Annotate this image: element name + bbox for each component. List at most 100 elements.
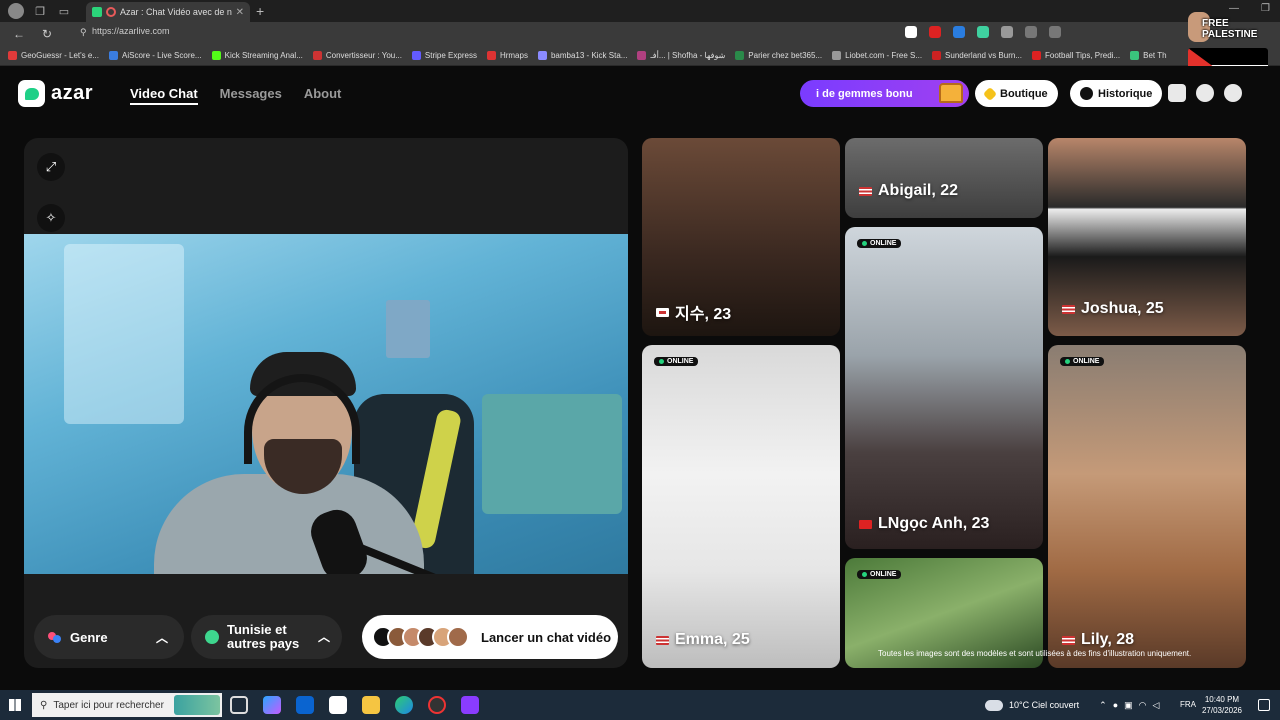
shop-button[interactable]: Boutique xyxy=(975,80,1058,107)
gems-bonus-button[interactable]: i de gemmes bonu xyxy=(800,80,969,107)
azar-site: azar Video Chat Messages About i de gemm… xyxy=(0,66,1280,690)
active-browser-icon[interactable] xyxy=(461,696,479,714)
bookmark-favicon-icon xyxy=(932,51,942,60)
effects-wand-icon[interactable]: ✧ xyxy=(37,204,65,232)
flag-us-icon xyxy=(859,186,872,196)
nav-about[interactable]: About xyxy=(304,86,342,105)
bookmark-item[interactable]: Liobet.com - Free S... xyxy=(832,51,922,60)
bookmark-item[interactable]: Bet Th xyxy=(1130,51,1167,60)
extension-3-icon[interactable] xyxy=(953,26,965,38)
treasure-chest-icon xyxy=(939,83,963,103)
profile-name: LNgọc Anh, 23 xyxy=(878,515,990,532)
bookmark-item[interactable]: Stripe Express xyxy=(411,51,477,60)
extension-1-icon[interactable] xyxy=(905,26,917,38)
profile-card[interactable]: Joshua, 25 xyxy=(1048,138,1246,336)
gender-filter[interactable]: Genre ︿ xyxy=(34,615,184,659)
bookmark-label: Convertisseur : You... xyxy=(325,51,402,60)
bookmark-favicon-icon xyxy=(486,51,496,60)
url-field[interactable]: https://azarlive.com xyxy=(92,26,170,36)
recording-icon xyxy=(106,7,116,17)
volume-icon[interactable]: ◁ xyxy=(1153,700,1160,711)
extension-icons xyxy=(905,26,1061,38)
profile-card[interactable]: ONLINE Emma, 25 xyxy=(642,345,840,668)
bookmark-favicon-icon xyxy=(637,51,647,60)
flag-us-icon xyxy=(656,635,669,645)
bookmark-item[interactable]: Convertisseur : You... xyxy=(312,51,402,60)
bookmark-label: bamba13 - Kick Sta... xyxy=(550,51,628,60)
close-tab-icon[interactable]: ✕ xyxy=(236,7,244,18)
chevron-up-icon[interactable]: ⌃ xyxy=(1099,700,1107,711)
site-info-icon[interactable]: ⚲ xyxy=(80,27,87,38)
palestine-text: FREE PALESTINE xyxy=(1202,18,1258,40)
download-icon[interactable] xyxy=(1049,26,1061,38)
system-tray: 10°C Ciel couvert ⌃ ● ▣ ◠ ◁ xyxy=(985,690,1159,720)
extension-2-icon[interactable] xyxy=(929,26,941,38)
file-explorer-icon[interactable] xyxy=(362,696,380,714)
back-icon[interactable]: ← xyxy=(10,27,28,41)
bookmark-item[interactable]: Parier chez bet365... xyxy=(735,51,822,60)
profile-icon[interactable] xyxy=(8,3,24,19)
browser-app-icon[interactable] xyxy=(428,696,446,714)
edge-icon[interactable] xyxy=(395,696,413,714)
profile-card[interactable]: ONLINE LNgọc Anh, 23 xyxy=(845,227,1043,549)
tab-azar[interactable]: Azar : Chat Vidéo avec de n ✕ xyxy=(86,2,250,22)
bookmark-favicon-icon xyxy=(411,51,421,60)
azar-logo[interactable]: azar xyxy=(18,80,93,107)
store-icon[interactable] xyxy=(329,696,347,714)
bookmark-item[interactable]: Sunderland vs Burn... xyxy=(932,51,1022,60)
bookmark-label: Kick Streaming Anal... xyxy=(224,51,303,60)
launch-video-chat-button[interactable]: Lancer un chat vidéo xyxy=(362,615,618,659)
bookmark-item[interactable]: bamba13 - Kick Sta... xyxy=(537,51,628,60)
clock[interactable]: 10:40 PM 27/03/2026 xyxy=(1202,694,1242,716)
fullscreen-icon[interactable]: ⤢ xyxy=(37,153,65,181)
taskbar-search[interactable]: ⚲ Taper ici pour rechercher xyxy=(32,693,222,717)
task-view-icon[interactable] xyxy=(230,696,248,714)
flag-kr-icon xyxy=(656,307,669,317)
nav-messages[interactable]: Messages xyxy=(220,86,282,105)
inbox-icon[interactable] xyxy=(1168,84,1186,102)
online-badge: ONLINE xyxy=(857,239,902,248)
bookmark-item[interactable]: Kick Streaming Anal... xyxy=(211,51,303,60)
reload-icon[interactable]: ↻ xyxy=(38,27,56,41)
workspaces-icon[interactable]: ❐ xyxy=(32,3,48,19)
start-icon[interactable] xyxy=(0,690,30,720)
account-icon[interactable] xyxy=(1224,84,1242,102)
taskbar-search-placeholder: Taper ici pour rechercher xyxy=(53,699,164,711)
new-tab-icon[interactable]: + xyxy=(256,3,264,19)
profile-card[interactable]: ONLINE Lily, 28 xyxy=(1048,345,1246,668)
nav-video-chat[interactable]: Video Chat xyxy=(130,86,198,105)
profile-card[interactable]: Abigail, 22 xyxy=(845,138,1043,218)
tab-title: Azar : Chat Vidéo avec de n xyxy=(120,7,232,17)
flag-us-icon xyxy=(1062,304,1075,314)
language-indicator[interactable]: FRA xyxy=(1180,700,1196,709)
microphone-icon[interactable]: ● xyxy=(1113,700,1118,710)
weather-text[interactable]: 10°C Ciel couvert xyxy=(1009,700,1079,710)
network-icon[interactable]: ▣ xyxy=(1124,700,1133,711)
clock-date: 27/03/2026 xyxy=(1201,706,1242,715)
bookmark-item[interactable]: GeoGuessr - Let's e... xyxy=(8,51,99,60)
wifi-icon[interactable]: ◠ xyxy=(1139,700,1147,711)
windows-taskbar: ⚲ Taper ici pour rechercher 10°C Ciel co… xyxy=(0,690,1280,720)
profile-name: Lily, 28 xyxy=(1081,631,1135,648)
extension-4-icon[interactable] xyxy=(977,26,989,38)
notifications-icon[interactable] xyxy=(1196,84,1214,102)
gender-filter-label: Genre xyxy=(70,629,108,645)
tab-actions-icon[interactable]: ▭ xyxy=(56,3,72,19)
split-view-icon[interactable] xyxy=(1025,26,1037,38)
bookmark-item[interactable]: Hrmaps xyxy=(486,51,528,60)
outlook-icon[interactable] xyxy=(296,696,314,714)
copilot-icon[interactable] xyxy=(263,696,281,714)
region-filter[interactable]: Tunisie et autres pays ︿ xyxy=(191,615,342,659)
profile-card[interactable]: 지수, 23 xyxy=(642,138,840,336)
bookmark-label: GeoGuessr - Let's e... xyxy=(21,51,100,60)
clock-time: 10:40 PM xyxy=(1204,695,1240,704)
bookmark-favicon-icon xyxy=(1031,51,1041,60)
region-filter-label: Tunisie et autres pays xyxy=(227,622,300,651)
bookmark-label: Sunderland vs Burn... xyxy=(945,51,1022,60)
notification-center-icon[interactable] xyxy=(1258,699,1270,711)
bookmark-item[interactable]: AiScore - Live Score... xyxy=(109,51,202,60)
history-button[interactable]: Historique xyxy=(1070,80,1163,107)
extensions-icon[interactable] xyxy=(1001,26,1013,38)
bookmark-item[interactable]: Football Tips, Predi... xyxy=(1031,51,1120,60)
bookmark-item[interactable]: أفـ... | Shofha - شوفها xyxy=(637,51,725,60)
